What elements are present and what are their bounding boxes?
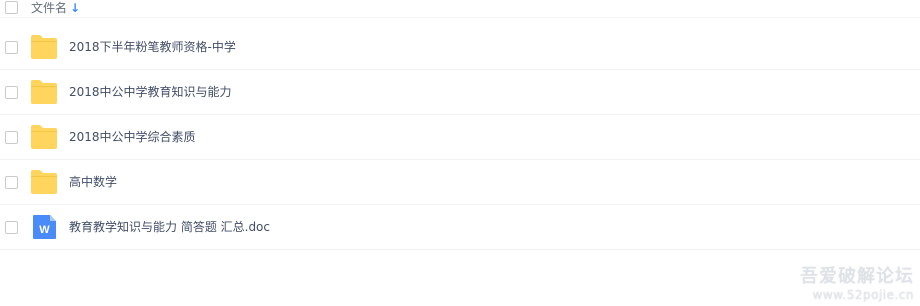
column-header-filename[interactable]: 文件名 [31, 0, 67, 16]
row-checkbox[interactable] [5, 176, 18, 189]
watermark-url: www.52pojie.cn [812, 288, 914, 302]
folder-icon [31, 125, 57, 149]
file-list: 文件名 ↓ 2018下半年粉笔教师资格-中学 2018中公中学教育知识与能力 2… [0, 0, 920, 306]
file-row[interactable]: W 教育教学知识与能力 简答题 汇总.doc [0, 205, 920, 250]
folder-icon [31, 35, 57, 59]
watermark-title: 吾爱破解论坛 [800, 266, 914, 287]
file-name[interactable]: 教育教学知识与能力 简答题 汇总.doc [69, 219, 270, 235]
file-row[interactable]: 高中数学 [0, 160, 920, 205]
file-name[interactable]: 2018中公中学教育知识与能力 [69, 84, 232, 100]
folder-icon [31, 170, 57, 194]
svg-text:W: W [39, 224, 50, 236]
forum-watermark: 吾爱破解论坛 www.52pojie.cn [800, 266, 914, 302]
row-checkbox[interactable] [5, 41, 18, 54]
file-row[interactable]: 2018中公中学综合素质 [0, 115, 920, 160]
row-checkbox[interactable] [5, 131, 18, 144]
row-checkbox[interactable] [5, 221, 18, 234]
row-checkbox[interactable] [5, 86, 18, 99]
file-name[interactable]: 2018下半年粉笔教师资格-中学 [69, 39, 236, 55]
word-doc-icon: W [33, 215, 56, 239]
list-header: 文件名 ↓ [0, 0, 920, 18]
select-all-checkbox[interactable] [5, 1, 18, 14]
file-name[interactable]: 高中数学 [69, 174, 117, 190]
file-name[interactable]: 2018中公中学综合素质 [69, 129, 196, 145]
folder-icon [31, 80, 57, 104]
arrow-down-icon[interactable]: ↓ [70, 1, 80, 15]
file-row[interactable]: 2018中公中学教育知识与能力 [0, 70, 920, 115]
file-row[interactable]: 2018下半年粉笔教师资格-中学 [0, 25, 920, 70]
